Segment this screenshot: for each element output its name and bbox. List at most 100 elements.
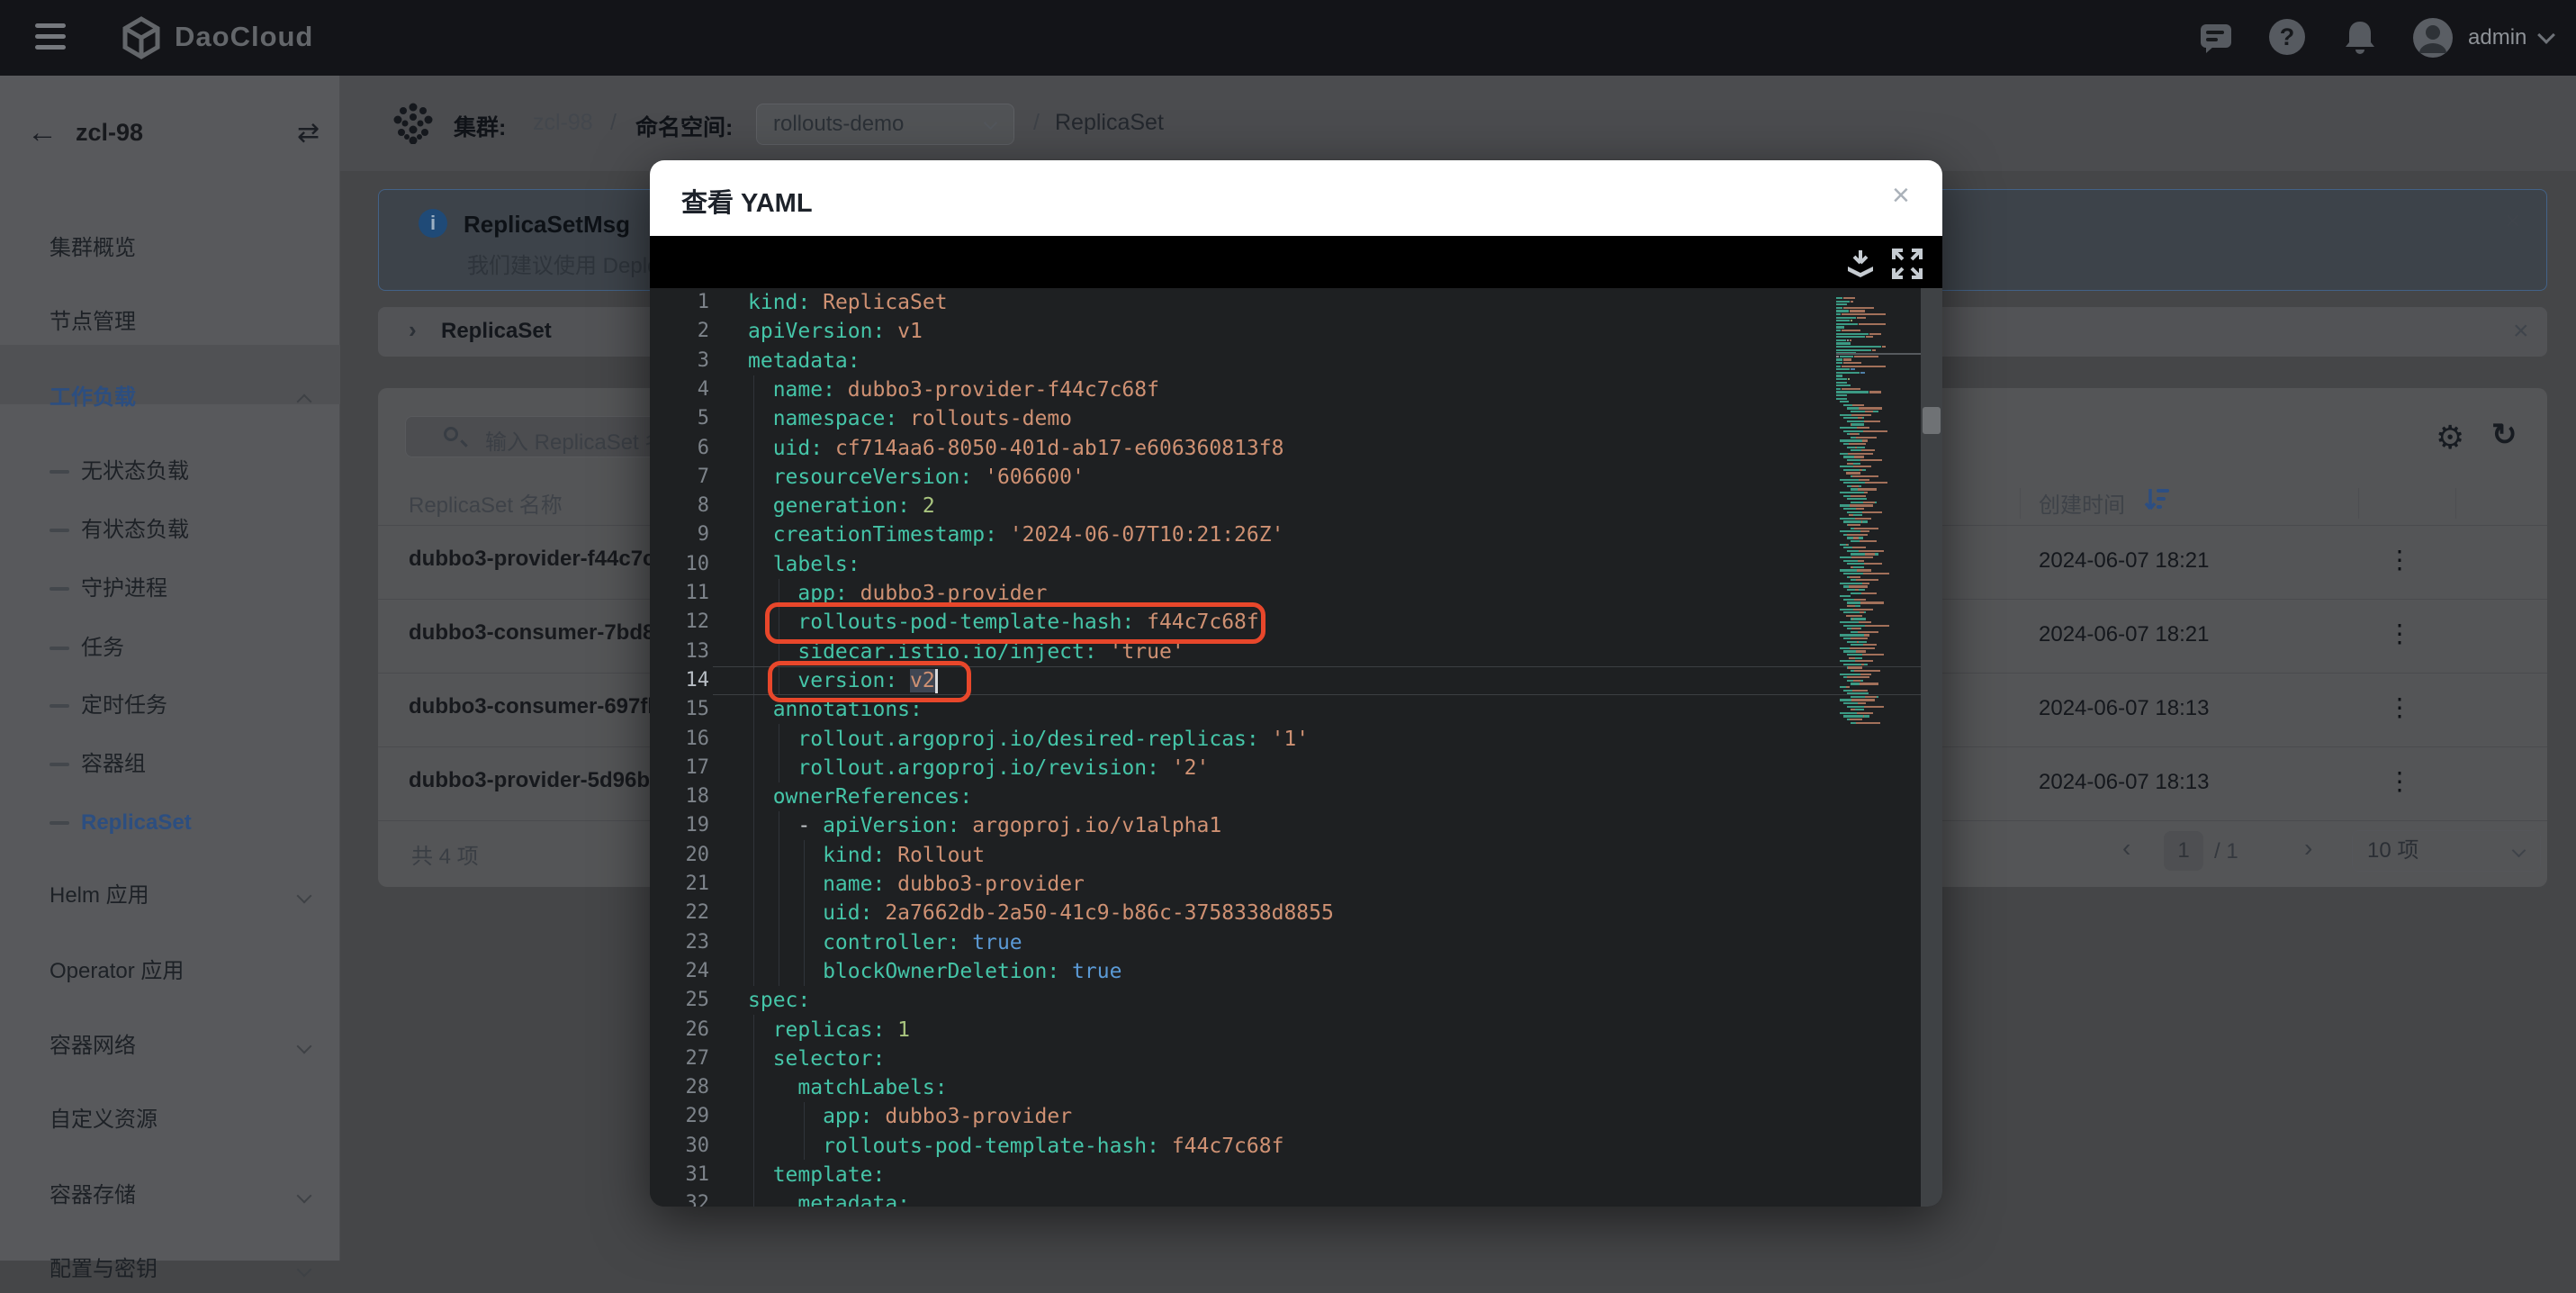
editor-minimap[interactable]: [1836, 288, 1921, 1207]
sidebar-item-节点管理[interactable]: 节点管理: [0, 299, 340, 346]
admin-chevron-down-icon[interactable]: [2537, 26, 2555, 44]
pagination-current-page[interactable]: 1: [2164, 831, 2203, 871]
replicaset-name[interactable]: dubbo3-provider-5d96b: [409, 768, 650, 793]
sidebar-item-无状态负载[interactable]: 无状态负载: [0, 448, 340, 495]
page-size-select[interactable]: 10 项: [2352, 830, 2541, 872]
breadcrumb-cluster-value[interactable]: zcl-98: [533, 110, 593, 136]
sidebar-item-ReplicaSet[interactable]: ReplicaSet: [0, 800, 340, 846]
chevron-down-icon: [296, 888, 312, 904]
column-header-time[interactable]: 创建时间: [2039, 487, 2125, 519]
download-icon[interactable]: [1843, 247, 1878, 281]
minimap-row: [1836, 543, 1921, 546]
yaml-code-editor[interactable]: 1 kind: ReplicaSet 2 apiVersion: v1 3 metadat…: [650, 288, 1942, 1207]
alert-close-icon[interactable]: ×: [2505, 206, 2521, 237]
sidebar-item-Operator 应用[interactable]: Operator 应用: [0, 948, 340, 995]
minimap-row: [1836, 608, 1921, 610]
sidebar-item-定时任务[interactable]: 定时任务: [0, 683, 340, 729]
sidebar-item-容器组[interactable]: 容器组: [0, 741, 340, 788]
chevron-up-icon: [296, 393, 312, 410]
avatar[interactable]: [2412, 17, 2454, 59]
message-icon[interactable]: [2199, 23, 2235, 55]
replicaset-name[interactable]: dubbo3-consumer-7bd8: [409, 620, 654, 646]
breadcrumb-resource: ReplicaSet: [1055, 110, 1164, 135]
line-content: blockOwnerDeletion: true: [748, 959, 1122, 983]
sidebar-item-容器存储[interactable]: 容器存储: [0, 1172, 340, 1219]
sidebar-item-Helm 应用[interactable]: Helm 应用: [0, 873, 340, 919]
namespace-select-value: rollouts-demo: [773, 112, 905, 136]
minimap-row: [1836, 436, 1921, 439]
sidebar-item-有状态负载[interactable]: 有状态负载: [0, 507, 340, 554]
sidebar-item-任务[interactable]: 任务: [0, 625, 340, 672]
yaml-line-30: 30 rollouts-pod-template-hash: f44c7c68f: [650, 1132, 1921, 1161]
line-number: 11: [685, 582, 710, 604]
minimap-row: [1836, 459, 1921, 462]
replicaset-name[interactable]: dubbo3-consumer-697fb: [409, 694, 661, 719]
minimap-row: [1836, 358, 1921, 361]
row-actions-kebab-icon[interactable]: ⋮: [2387, 692, 2412, 722]
column-header-name[interactable]: ReplicaSet 名称: [409, 487, 563, 519]
breadcrumb-separator: /: [610, 110, 617, 135]
pagination-next-icon[interactable]: ›: [2304, 834, 2312, 863]
minimap-row: [1836, 456, 1921, 458]
line-content: metadata:: [748, 348, 860, 373]
minimap-row: [1836, 397, 1921, 400]
line-content: name: dubbo3-provider: [748, 873, 1085, 896]
sidebar-item-label: 节点管理: [50, 310, 136, 334]
line-content: controller: true: [748, 930, 1022, 954]
sidebar-item-工作负载[interactable]: 工作负载: [0, 375, 340, 421]
accordion-label: ReplicaSet: [441, 319, 552, 343]
sidebar-item-label: 容器存储: [50, 1183, 136, 1207]
hamburger-menu-icon[interactable]: [35, 23, 66, 54]
row-actions-kebab-icon[interactable]: ⋮: [2387, 619, 2412, 648]
line-number: 31: [685, 1163, 710, 1186]
minimap-row: [1836, 673, 1921, 675]
yaml-line-24: 24 blockOwnerDeletion: true: [650, 957, 1921, 986]
notification-bell-icon[interactable]: [2342, 18, 2378, 58]
minimap-row: [1836, 527, 1921, 529]
minimap-row: [1836, 365, 1921, 367]
back-arrow-icon[interactable]: ←: [27, 115, 58, 150]
sidebar-item-集群概览[interactable]: 集群概览: [0, 225, 340, 272]
minimap-row: [1836, 628, 1921, 630]
line-number: 32: [685, 1192, 710, 1207]
dash-icon: [50, 704, 69, 708]
row-actions-kebab-icon[interactable]: ⋮: [2387, 766, 2412, 796]
yaml-line-23: 23 controller: true: [650, 928, 1921, 957]
sort-descending-icon[interactable]: [2144, 485, 2173, 514]
replicaset-name[interactable]: dubbo3-provider-f44c7c: [409, 547, 654, 572]
modal-header: 查看 YAML ×: [650, 160, 1942, 236]
editor-scrollbar-thumb[interactable]: [1923, 407, 1941, 434]
table-refresh-icon[interactable]: ↻: [2491, 417, 2517, 453]
sidebar-item-label: Helm 应用: [50, 883, 149, 908]
sidebar-item-配置与密钥[interactable]: 配置与密钥: [0, 1246, 340, 1293]
pagination-prev-icon[interactable]: ‹: [2122, 834, 2130, 863]
line-content: template:: [748, 1163, 886, 1187]
accordion-chevron-right-icon: ›: [409, 316, 417, 343]
sidebar-item-容器网络[interactable]: 容器网络: [0, 1023, 340, 1070]
minimap-row: [1836, 417, 1921, 420]
logo-text: DaoCloud: [175, 21, 314, 52]
cluster-switch-icon[interactable]: ⇄: [297, 117, 320, 149]
minimap-row: [1836, 468, 1921, 471]
minimap-row: [1836, 624, 1921, 627]
line-number: 16: [685, 727, 710, 750]
creation-time: 2024-06-07 18:13: [2039, 696, 2210, 720]
help-icon[interactable]: ?: [2269, 19, 2305, 55]
admin-username[interactable]: admin: [2468, 25, 2526, 50]
minimap-row: [1836, 592, 1921, 594]
table-settings-gear-icon[interactable]: ⚙: [2436, 419, 2464, 457]
line-content: generation: 2: [748, 494, 935, 519]
accordion-close-icon[interactable]: ×: [2513, 316, 2529, 347]
modal-close-icon[interactable]: ×: [1892, 178, 1910, 213]
line-number: 17: [685, 755, 710, 779]
minimap-row: [1836, 504, 1921, 507]
yaml-line-6: 6 uid: cf714aa6-8050-401d-ab17-e60636081…: [650, 434, 1921, 463]
line-number: 2: [697, 320, 709, 343]
page-size-value: 10 项: [2367, 838, 2419, 863]
fullscreen-expand-icon[interactable]: [1890, 247, 1924, 281]
sidebar-item-自定义资源[interactable]: 自定义资源: [0, 1097, 340, 1144]
namespace-select[interactable]: rollouts-demo: [756, 104, 1014, 145]
sidebar-item-守护进程[interactable]: 守护进程: [0, 565, 340, 612]
row-actions-kebab-icon[interactable]: ⋮: [2387, 545, 2412, 574]
minimap-row: [1836, 618, 1921, 620]
